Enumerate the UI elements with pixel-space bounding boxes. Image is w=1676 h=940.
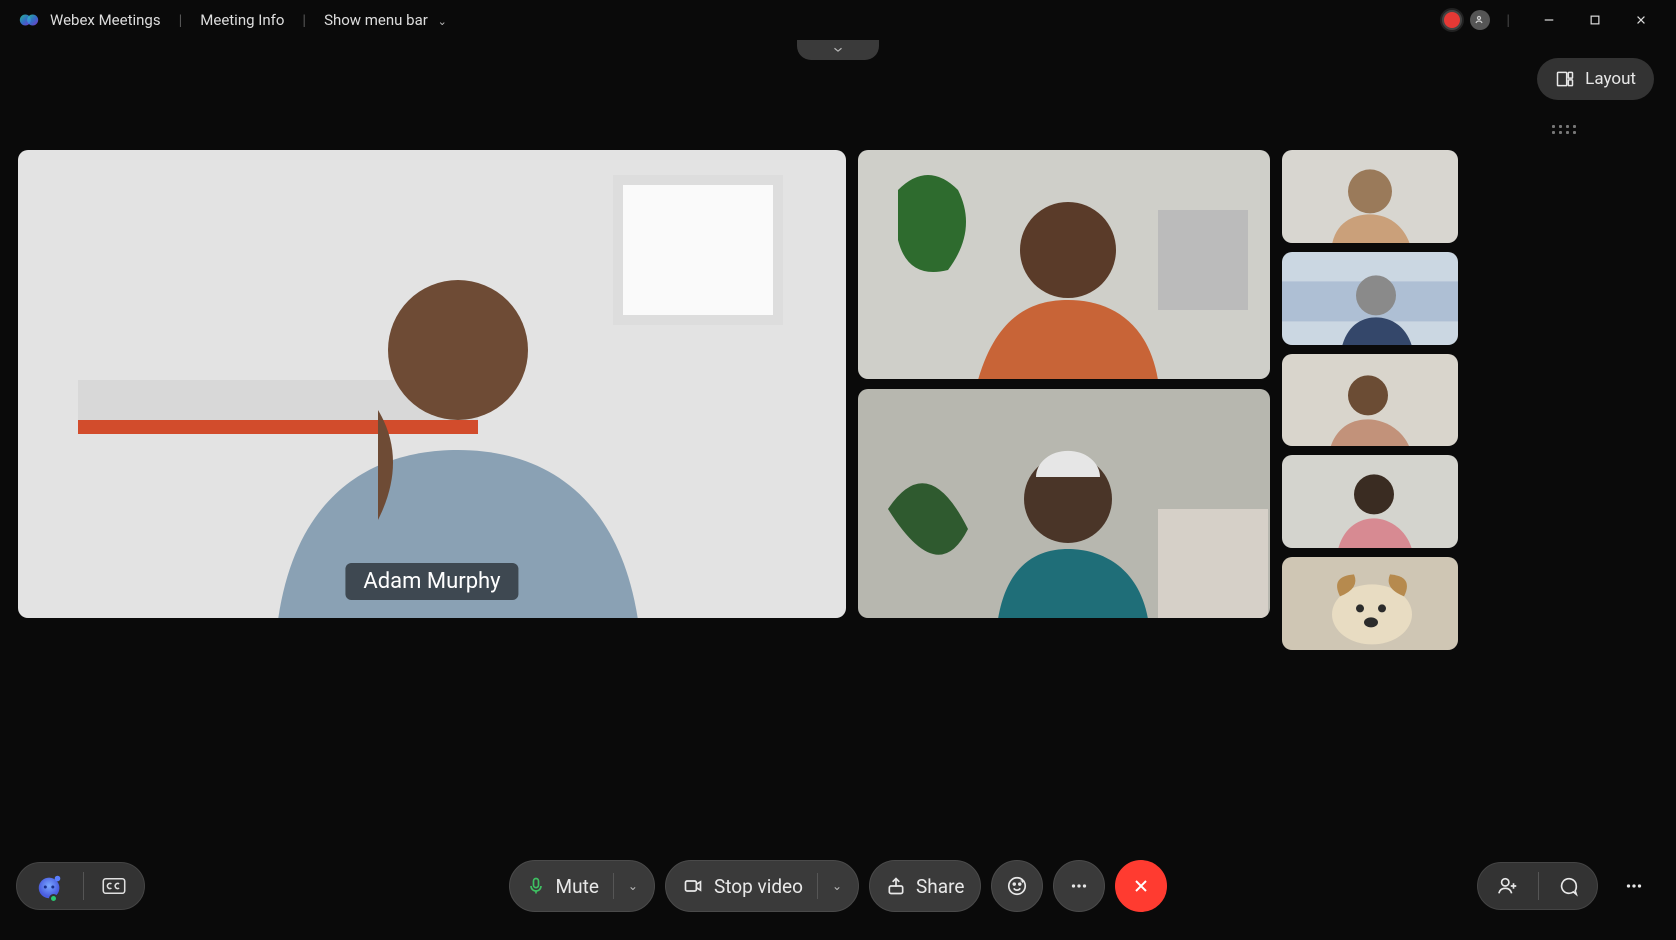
presence-dot-icon bbox=[49, 894, 58, 903]
filmstrip-drag-handle[interactable] bbox=[1552, 125, 1576, 134]
status-pill-icon[interactable] bbox=[1470, 10, 1490, 30]
meeting-info-label: Meeting Info bbox=[200, 11, 284, 29]
participant-thumbnail[interactable] bbox=[1282, 455, 1458, 548]
participant-thumbnail[interactable] bbox=[1282, 354, 1458, 447]
show-menu-bar-label: Show menu bar bbox=[324, 11, 428, 29]
end-meeting-button[interactable] bbox=[1115, 860, 1167, 912]
chevron-down-icon[interactable]: ⌄ bbox=[628, 879, 638, 893]
more-options-button[interactable] bbox=[1053, 860, 1105, 912]
stop-video-label: Stop video bbox=[714, 875, 803, 898]
layout-label: Layout bbox=[1585, 69, 1636, 89]
reactions-button[interactable] bbox=[991, 860, 1043, 912]
layout-icon bbox=[1555, 69, 1575, 89]
separator: | bbox=[1506, 11, 1510, 29]
participant-thumbnail[interactable] bbox=[1282, 557, 1458, 650]
camera-icon bbox=[682, 876, 704, 896]
closed-captions-button[interactable] bbox=[84, 863, 144, 909]
separator: | bbox=[179, 11, 183, 29]
recording-indicator-icon[interactable] bbox=[1442, 10, 1462, 30]
active-speaker-tile[interactable]: Adam Murphy bbox=[18, 150, 846, 618]
panel-options-button[interactable] bbox=[1608, 860, 1660, 912]
share-icon bbox=[886, 876, 906, 896]
share-button[interactable]: Share bbox=[869, 860, 981, 912]
window-maximize-button[interactable] bbox=[1572, 0, 1618, 40]
mute-button[interactable]: Mute ⌄ bbox=[509, 860, 655, 912]
separator: | bbox=[302, 11, 306, 29]
layout-button[interactable]: Layout bbox=[1537, 58, 1654, 100]
show-menu-bar-link[interactable]: Show menu bar ⌄ bbox=[324, 11, 447, 29]
ai-assistant-button[interactable] bbox=[17, 863, 83, 909]
window-close-button[interactable] bbox=[1618, 0, 1664, 40]
participant-thumbnail[interactable] bbox=[1282, 252, 1458, 345]
participant-name-tag: Adam Murphy bbox=[345, 563, 518, 600]
chevron-down-icon: ⌄ bbox=[438, 15, 447, 28]
separator bbox=[613, 873, 614, 899]
participant-thumbnail[interactable] bbox=[1282, 150, 1458, 243]
share-label: Share bbox=[916, 875, 964, 898]
microphone-icon bbox=[526, 875, 546, 897]
stop-video-button[interactable]: Stop video ⌄ bbox=[665, 860, 859, 912]
chat-panel-button[interactable] bbox=[1539, 863, 1597, 909]
participants-panel-button[interactable] bbox=[1478, 863, 1538, 909]
participant-tile[interactable] bbox=[858, 150, 1270, 379]
window-minimize-button[interactable] bbox=[1526, 0, 1572, 40]
mute-label: Mute bbox=[556, 875, 599, 898]
separator bbox=[817, 873, 818, 899]
app-name: Webex Meetings bbox=[50, 11, 161, 29]
meeting-info-link[interactable]: Meeting Info bbox=[200, 11, 284, 29]
chevron-down-icon[interactable]: ⌄ bbox=[832, 879, 842, 893]
participant-tile[interactable] bbox=[858, 389, 1270, 618]
reveal-menu-bar-chevron[interactable] bbox=[797, 40, 879, 60]
webex-logo-icon bbox=[18, 9, 40, 31]
